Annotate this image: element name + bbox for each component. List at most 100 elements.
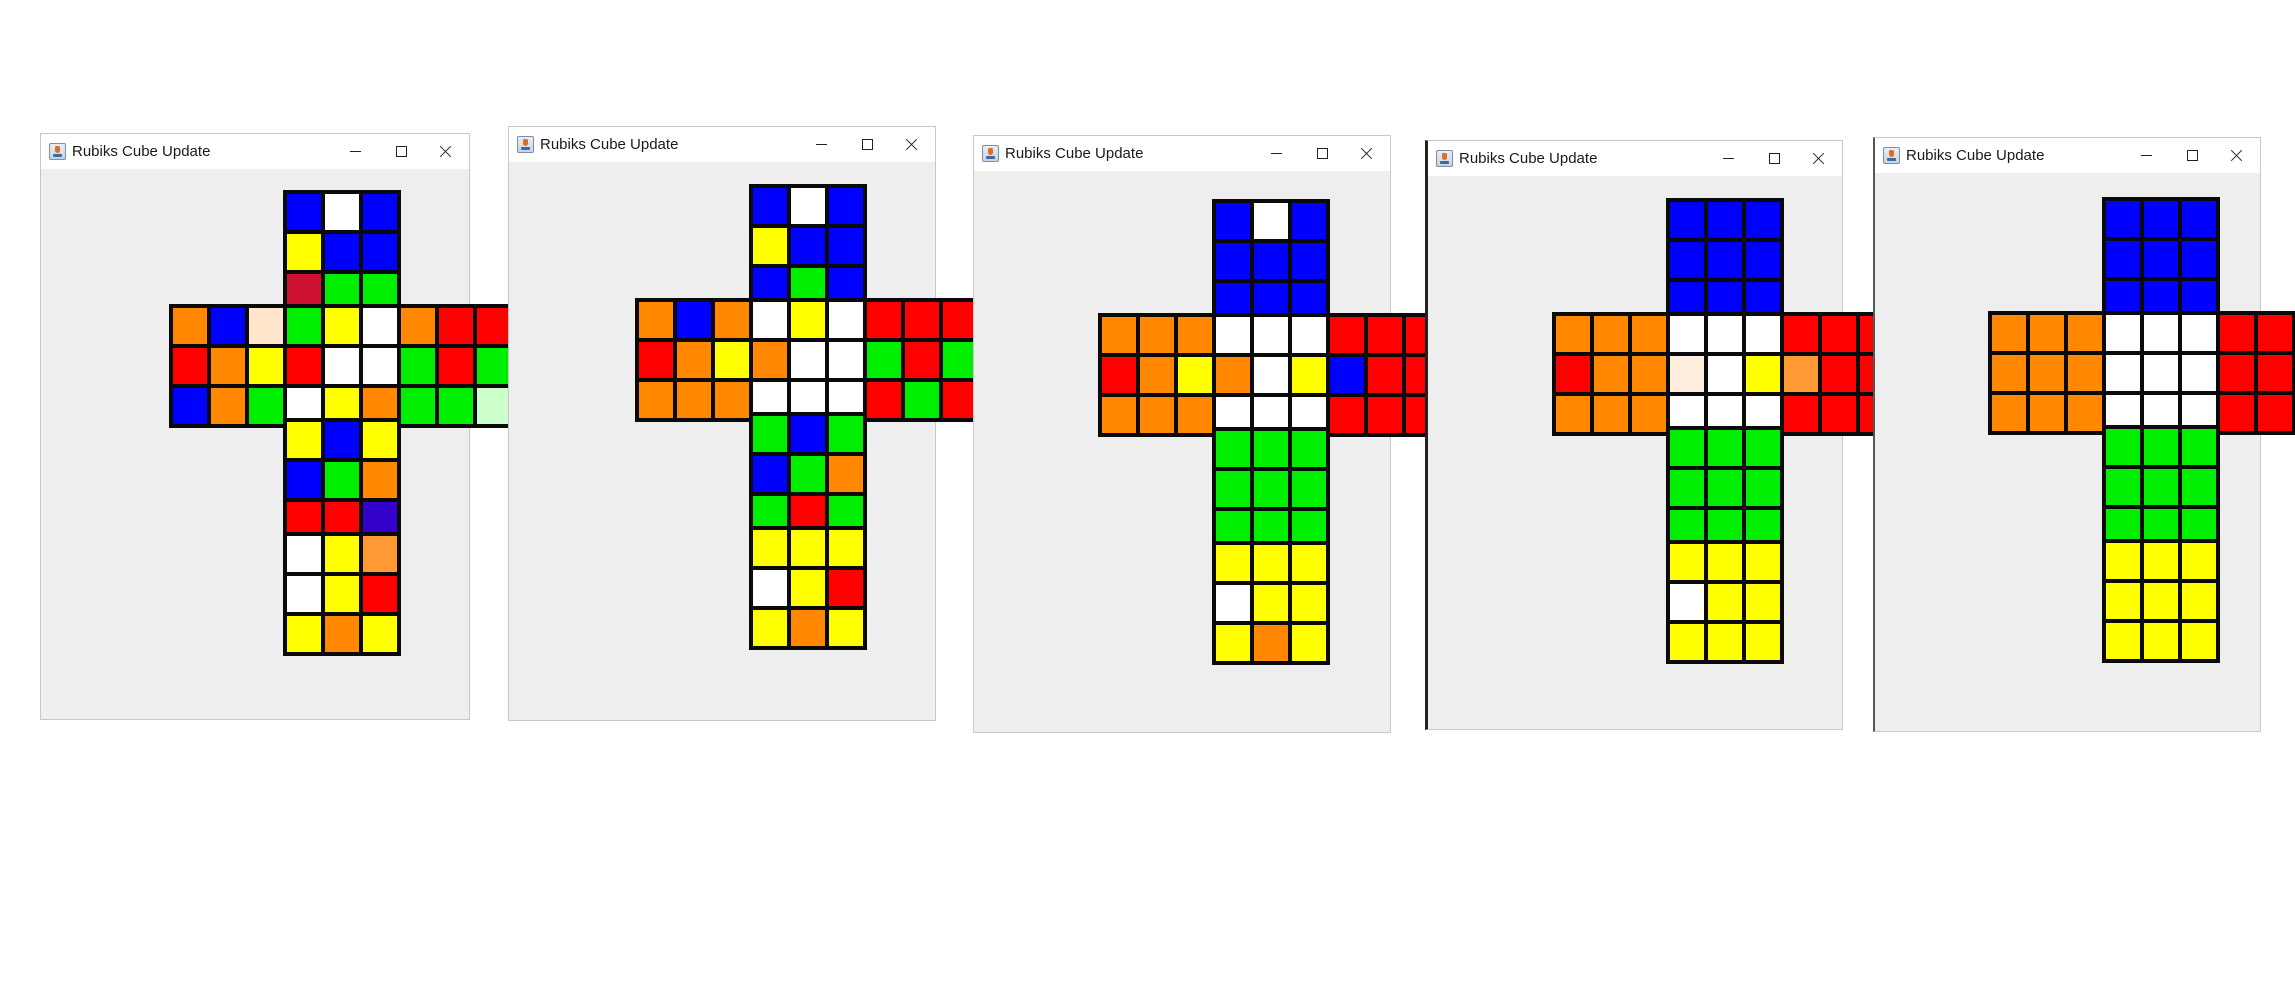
- sticker: [791, 570, 825, 606]
- sticker: [1746, 430, 1780, 466]
- sticker: [1784, 396, 1818, 432]
- title-bar[interactable]: Rubiks Cube Update: [1428, 141, 1842, 176]
- sticker: [1292, 357, 1326, 393]
- sticker: [1670, 356, 1704, 392]
- sticker: [2068, 395, 2102, 431]
- cube-net: [974, 171, 1444, 732]
- sticker: [1140, 357, 1174, 393]
- maximize-icon[interactable]: [1300, 136, 1344, 171]
- sticker: [173, 388, 207, 424]
- sticker: [287, 536, 321, 572]
- sticker: [2182, 543, 2216, 579]
- sticker: [1216, 317, 1250, 353]
- sticker: [753, 416, 787, 452]
- sticker: [287, 194, 321, 230]
- sticker: [1216, 203, 1250, 239]
- sticker: [2144, 469, 2178, 505]
- sticker: [1140, 317, 1174, 353]
- maximize-icon[interactable]: [845, 127, 889, 162]
- sticker: [1670, 544, 1704, 580]
- face-right: [397, 304, 515, 428]
- sticker: [905, 342, 939, 378]
- sticker: [1178, 317, 1212, 353]
- sticker: [791, 228, 825, 264]
- sticker: [1746, 242, 1780, 278]
- sticker: [1784, 316, 1818, 352]
- sticker: [1216, 431, 1250, 467]
- cube-net: [1428, 176, 1898, 729]
- window-title: Rubiks Cube Update: [540, 136, 679, 153]
- sticker: [791, 302, 825, 338]
- sticker: [363, 536, 397, 572]
- face-back: [283, 532, 401, 656]
- sticker: [1140, 397, 1174, 433]
- window-title: Rubiks Cube Update: [1005, 145, 1144, 162]
- sticker: [1292, 243, 1326, 279]
- face-left: [635, 298, 753, 422]
- sticker: [905, 382, 939, 418]
- title-bar[interactable]: Rubiks Cube Update: [41, 134, 469, 169]
- sticker: [829, 188, 863, 224]
- minimize-icon[interactable]: [1254, 136, 1298, 171]
- sticker: [639, 302, 673, 338]
- sticker: [753, 188, 787, 224]
- face-right: [863, 298, 981, 422]
- sticker: [2182, 201, 2216, 237]
- sticker: [325, 348, 359, 384]
- close-icon[interactable]: [423, 134, 467, 169]
- sticker: [287, 422, 321, 458]
- title-bar[interactable]: Rubiks Cube Update: [509, 127, 935, 162]
- sticker: [363, 576, 397, 612]
- maximize-icon[interactable]: [1752, 141, 1796, 176]
- sticker: [2106, 201, 2140, 237]
- sticker: [401, 388, 435, 424]
- sticker: [2220, 355, 2254, 391]
- minimize-icon[interactable]: [2124, 138, 2168, 173]
- sticker: [287, 308, 321, 344]
- sticker: [1822, 356, 1856, 392]
- sticker: [1368, 317, 1402, 353]
- cube-window-3: Rubiks Cube Update: [973, 135, 1444, 733]
- face-right: [2216, 311, 2295, 435]
- close-icon[interactable]: [889, 127, 933, 162]
- sticker: [325, 536, 359, 572]
- title-bar[interactable]: Rubiks Cube Update: [974, 136, 1390, 171]
- face-front: [283, 304, 401, 428]
- maximize-icon[interactable]: [2170, 138, 2214, 173]
- sticker: [1746, 356, 1780, 392]
- sticker: [867, 342, 901, 378]
- close-icon[interactable]: [1796, 141, 1840, 176]
- sticker: [2220, 395, 2254, 431]
- face-down: [283, 418, 401, 542]
- sticker: [2106, 429, 2140, 465]
- sticker: [2144, 241, 2178, 277]
- sticker: [1746, 584, 1780, 620]
- sticker: [943, 302, 977, 338]
- face-up: [1666, 198, 1784, 322]
- sticker: [1708, 624, 1742, 660]
- sticker: [2144, 623, 2178, 659]
- sticker: [1254, 203, 1288, 239]
- minimize-icon[interactable]: [799, 127, 843, 162]
- close-icon[interactable]: [1344, 136, 1388, 171]
- sticker: [2258, 355, 2292, 391]
- sticker: [2182, 623, 2216, 659]
- sticker: [791, 416, 825, 452]
- maximize-icon[interactable]: [379, 134, 423, 169]
- minimize-icon[interactable]: [333, 134, 377, 169]
- title-bar[interactable]: Rubiks Cube Update: [1875, 138, 2260, 173]
- sticker: [1992, 395, 2026, 431]
- sticker: [401, 308, 435, 344]
- sticker: [2220, 315, 2254, 351]
- minimize-icon[interactable]: [1706, 141, 1750, 176]
- sticker: [211, 388, 245, 424]
- sticker: [325, 616, 359, 652]
- sticker: [401, 348, 435, 384]
- sticker: [791, 188, 825, 224]
- close-icon[interactable]: [2214, 138, 2258, 173]
- sticker: [715, 342, 749, 378]
- sticker: [1708, 544, 1742, 580]
- sticker: [173, 308, 207, 344]
- sticker: [287, 348, 321, 384]
- sticker: [1670, 202, 1704, 238]
